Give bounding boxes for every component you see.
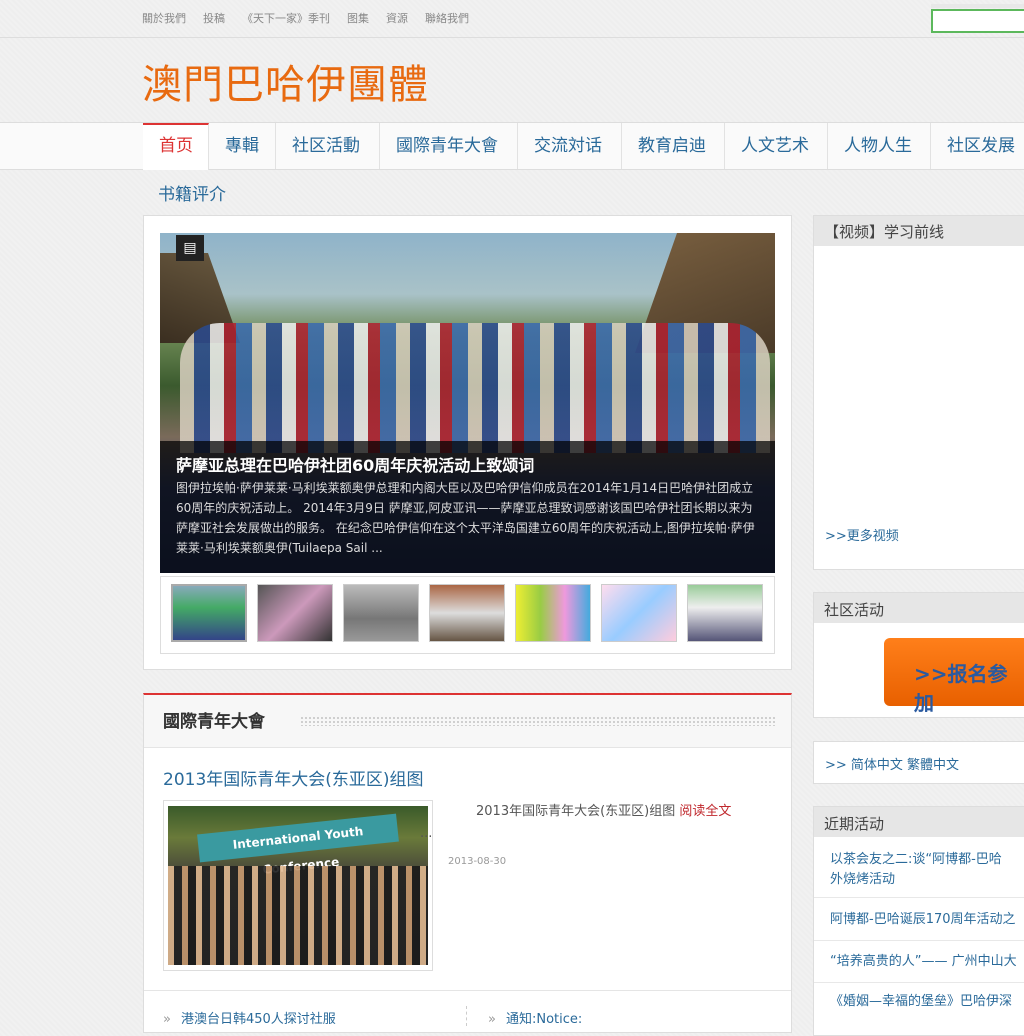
thumbnail-6[interactable] <box>601 584 677 642</box>
list-item-label[interactable]: 港澳台日韩450人探讨社服 <box>181 1012 336 1027</box>
arrow-icon: » <box>488 1012 496 1027</box>
nav-item-books[interactable]: 书籍评介 <box>158 180 226 205</box>
top-link-contact[interactable]: 聯絡我們 <box>425 10 469 26</box>
article-ellipsis: ... <box>420 826 433 841</box>
main-nav: 首页 專輯 社区活動 國際青年大會 交流対话 教育启迪 人文艺术 人物人生 社区… <box>0 122 1024 170</box>
slider-text: 图伊拉埃帕·萨伊莱莱·马利埃莱额奥伊总理和内阁大臣以及巴哈伊信仰成员在2014年… <box>176 481 755 555</box>
language-links[interactable]: >> 简体中文 繁體中文 <box>825 754 959 773</box>
section-divider <box>300 716 775 726</box>
nav-item-album[interactable]: 專輯 <box>209 123 276 169</box>
nav-item-community[interactable]: 社区活動 <box>276 123 380 169</box>
list-item-label[interactable]: 通知:Notice: <box>506 1012 582 1027</box>
top-link-quarterly[interactable]: 《天下一家》季刊 <box>242 10 330 26</box>
recent-divider <box>814 982 1024 983</box>
recent-title: 近期活动 <box>824 815 885 833</box>
article-date: 2013-08-30 <box>448 856 507 867</box>
recent-item[interactable]: “培养高贵的人”—— 广州中山大 <box>830 952 1024 972</box>
thumbnail-3[interactable] <box>343 584 419 642</box>
slider-title[interactable]: 萨摩亚总理在巴哈伊社团60周年庆祝活动上致颂词 <box>176 452 534 476</box>
search-input[interactable] <box>931 9 1024 33</box>
nav-item-home[interactable]: 首页 <box>143 123 209 170</box>
arrow-icon: » <box>163 1012 171 1027</box>
thumbnail-1[interactable] <box>171 584 247 642</box>
thumbnail-2[interactable] <box>257 584 333 642</box>
list-item[interactable]: » 通知:Notice: <box>488 1008 582 1027</box>
video-box <box>813 215 1024 570</box>
list-column-divider <box>466 1006 468 1026</box>
recent-divider <box>814 897 1024 898</box>
signup-label[interactable]: >>报名参加 <box>914 658 1024 716</box>
nav-item-education[interactable]: 教育启迪 <box>622 123 725 169</box>
photo-group <box>180 323 770 453</box>
thumbnail-4[interactable] <box>429 584 505 642</box>
article-image[interactable]: International Youth Conference <box>168 806 428 965</box>
nav-item-arts[interactable]: 人文艺术 <box>725 123 828 169</box>
conference-banner: International Youth Conference <box>197 813 399 877</box>
list-item[interactable]: » 港澳台日韩450人探讨社服 <box>163 1008 336 1027</box>
read-more-link[interactable]: 阅读全文 <box>679 804 731 819</box>
article-icon: ▤ <box>176 235 204 261</box>
site-title[interactable]: 澳門巴哈伊團體 <box>142 52 429 110</box>
article-summary: 2013年国际青年大会(东亚区)组图 <box>476 804 676 819</box>
nav-item-people[interactable]: 人物人生 <box>828 123 931 169</box>
more-videos-link[interactable]: >>更多视频 <box>825 525 899 544</box>
list-divider <box>144 990 791 991</box>
recent-item[interactable]: 阿博都-巴哈诞辰170周年活动之 <box>830 910 1024 930</box>
crowd-hands <box>168 866 428 965</box>
thumbnail-5[interactable] <box>515 584 591 642</box>
video-title: 【视频】学习前线 <box>824 223 945 241</box>
section-title[interactable]: 國際青年大會 <box>163 707 265 732</box>
thumbnail-7[interactable] <box>687 584 763 642</box>
top-link-about[interactable]: 關於我們 <box>142 10 186 26</box>
recent-item[interactable]: 《婚姻—幸福的堡垒》巴哈伊深 <box>830 992 1024 1012</box>
top-links: 關於我們 投稿 《天下一家》季刊 图集 資源 聯絡我們 <box>142 10 486 26</box>
recent-item[interactable]: 以茶会友之二:谈“阿博都-巴哈 <box>830 850 1024 870</box>
nav-item-dialogue[interactable]: 交流対话 <box>518 123 622 169</box>
recent-item-cont[interactable]: 外烧烤活动 <box>830 870 1024 890</box>
community-title: 社区活动 <box>824 601 885 619</box>
nav-item-youth-conference[interactable]: 國際青年大會 <box>380 123 518 169</box>
nav-item-development[interactable]: 社区发展 <box>931 123 1024 169</box>
article-description: 2013年国际青年大会(东亚区)组图 阅读全文 ... <box>420 801 778 845</box>
top-link-resources[interactable]: 資源 <box>386 10 408 26</box>
search-area <box>931 4 1024 8</box>
top-link-gallery[interactable]: 图集 <box>347 10 369 26</box>
article-title[interactable]: 2013年国际青年大会(东亚区)组图 <box>163 765 424 790</box>
top-link-submit[interactable]: 投稿 <box>203 10 225 26</box>
recent-divider <box>814 940 1024 941</box>
